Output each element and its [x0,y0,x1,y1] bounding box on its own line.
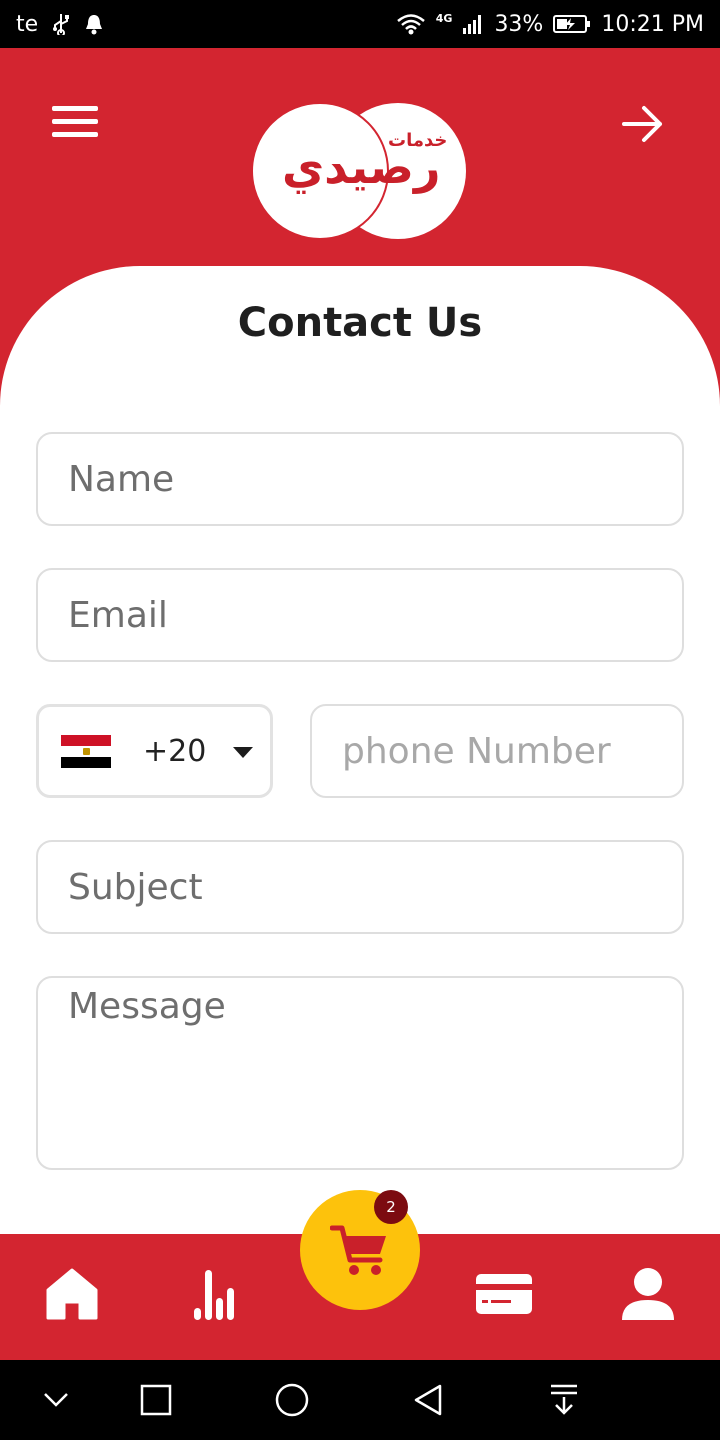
page-title: Contact Us [237,300,483,346]
subject-field [36,840,684,934]
home-icon [46,1268,98,1320]
hamburger-menu-icon[interactable] [52,106,100,142]
egypt-flag-icon [61,734,111,768]
network-type-label: 4G [435,11,453,25]
phone-field [310,704,684,798]
credit-card-icon [476,1274,532,1314]
message-field [36,976,684,1170]
signal-icon [462,13,484,35]
name-field [36,432,684,526]
notification-pull-icon[interactable] [542,1378,586,1422]
system-nav-bar [0,1360,720,1440]
nav-home[interactable] [42,1264,102,1324]
wifi-icon [396,13,426,35]
usb-icon [52,13,70,35]
status-bar: te 4G 33% 10:21 PM [0,0,720,48]
country-code-select[interactable]: +20 [36,704,273,798]
nav-cards[interactable] [474,1264,534,1324]
subject-input[interactable] [38,842,682,932]
notification-bell-icon [84,13,104,35]
nav-stats[interactable] [186,1264,246,1324]
shopping-cart-icon [330,1225,386,1275]
message-textarea[interactable] [38,978,682,1168]
name-input[interactable] [38,434,682,524]
email-field [36,568,684,662]
logo-text-main: رصيدي [282,140,441,194]
email-input[interactable] [38,570,682,660]
arrow-right-icon[interactable] [620,102,668,146]
recents-square-icon[interactable] [134,1378,178,1422]
app-logo: خدمات رصيدي [252,102,468,240]
battery-charging-icon [553,13,591,35]
carrier-label: te [16,11,39,37]
status-left: te [16,12,104,37]
status-right: 4G 33% 10:21 PM [396,12,704,37]
clock: 10:21 PM [601,11,704,37]
back-triangle-icon[interactable] [406,1378,450,1422]
nav-profile[interactable] [618,1264,678,1324]
chevron-down-icon[interactable] [34,1378,78,1422]
bar-chart-icon [194,1270,234,1320]
user-icon [622,1268,674,1320]
home-circle-icon[interactable] [270,1378,314,1422]
country-code-label: +20 [143,733,207,769]
battery-percent: 33% [494,11,544,37]
caret-down-icon [233,747,253,758]
phone-number-input[interactable] [312,706,682,796]
cart-count-badge: 2 [374,1190,408,1224]
